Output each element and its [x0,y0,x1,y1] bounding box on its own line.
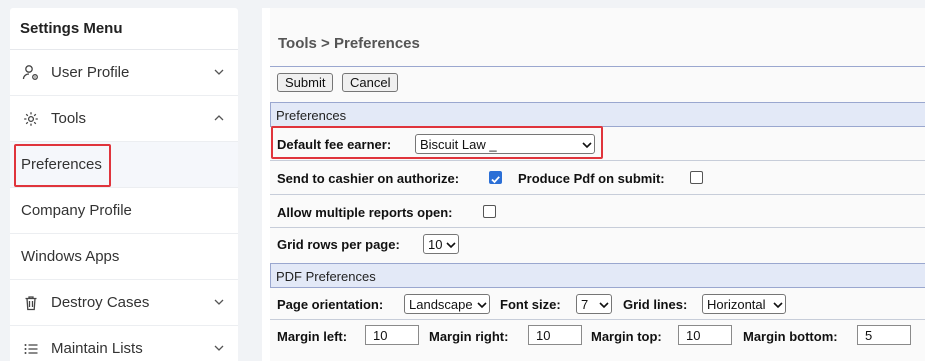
margin-left-input[interactable]: 10 [365,325,419,345]
margin-right-label: Margin right: [429,329,509,344]
font-size-label: Font size: [500,297,561,312]
send-to-cashier-label: Send to cashier on authorize: [277,171,460,186]
cancel-button[interactable]: Cancel [342,73,399,92]
default-fee-earner-highlight [271,126,603,159]
chevron-down-icon [597,298,611,312]
checkmark-icon [491,176,500,184]
page-orientation-select[interactable]: Landscape [404,294,490,314]
pdf-margins-row: Margin left: 10 Margin right: 10 Margin … [270,320,925,361]
allow-multiple-checkbox[interactable] [483,205,496,218]
cashier-pdf-row: Send to cashier on authorize: Produce Pd… [270,161,925,195]
allow-multiple-row: Allow multiple reports open: [270,195,925,228]
sidebar-item-destroy-cases[interactable]: Destroy Cases [10,280,238,326]
produce-pdf-label: Produce Pdf on submit: [518,171,665,186]
sidebar-item-label: User Profile [51,64,130,81]
settings-sidebar: Settings Menu User Profile Tools Prefere… [10,8,238,361]
sidebar-item-tools[interactable]: Tools [10,96,238,142]
submit-button[interactable]: Submit [277,73,334,92]
margin-top-input[interactable]: 10 [678,325,732,345]
trash-icon [21,293,41,313]
preferences-panel: Tools > Preferences Submit Cancel Prefer… [270,8,925,361]
sidebar-item-label: Destroy Cases [51,294,150,311]
chevron-down-icon [771,298,785,312]
sidebar-item-company-profile[interactable]: Company Profile [10,188,238,234]
chevron-down-icon [214,69,224,75]
grid-lines-label: Grid lines: [623,297,688,312]
margin-right-input[interactable]: 10 [528,325,582,345]
chevron-down-icon [214,299,224,305]
margin-left-label: Margin left: [277,329,348,344]
grid-rows-label: Grid rows per page: [277,237,400,252]
sidebar-item-label: Tools [51,110,87,127]
font-size-select[interactable]: 7 [576,294,612,314]
chevron-down-icon [475,298,489,312]
page-title: Tools > Preferences [278,35,420,52]
sidebar-item-label: Company Profile [21,202,132,219]
title-divider [270,66,925,67]
section-header-preferences: Preferences [270,102,925,127]
grid-lines-select[interactable]: Horizontal [702,294,786,314]
sidebar-item-label: Maintain Lists [51,340,143,357]
chevron-up-icon [214,115,224,121]
preferences-highlight [14,144,111,187]
produce-pdf-checkbox[interactable] [690,171,703,184]
section-header-pdf-preferences: PDF Preferences [270,263,925,288]
allow-multiple-label: Allow multiple reports open: [277,205,453,220]
margin-bottom-input[interactable]: 5 [857,325,911,345]
grid-rows-row: Grid rows per page: 10 [270,228,925,259]
sidebar-title: Settings Menu [10,8,238,50]
sidebar-item-user-profile[interactable]: User Profile [10,50,238,96]
gear-icon [21,109,41,129]
chevron-down-icon [214,345,224,351]
main-content: Tools > Preferences Submit Cancel Prefer… [262,8,925,361]
sidebar-item-label: Windows Apps [21,248,120,265]
grid-rows-select[interactable]: 10 [423,234,459,254]
user-gear-icon [21,63,41,83]
send-to-cashier-checkbox[interactable] [489,171,502,184]
pdf-layout-row: Page orientation: Landscape Font size: 7… [270,288,925,320]
list-icon [21,339,41,359]
chevron-down-icon [444,238,458,252]
margin-bottom-label: Margin bottom: [743,329,838,344]
sidebar-item-windows-apps[interactable]: Windows Apps [10,234,238,280]
margin-top-label: Margin top: [591,329,662,344]
page-orientation-label: Page orientation: [277,297,384,312]
sidebar-item-maintain-lists[interactable]: Maintain Lists [10,326,238,361]
